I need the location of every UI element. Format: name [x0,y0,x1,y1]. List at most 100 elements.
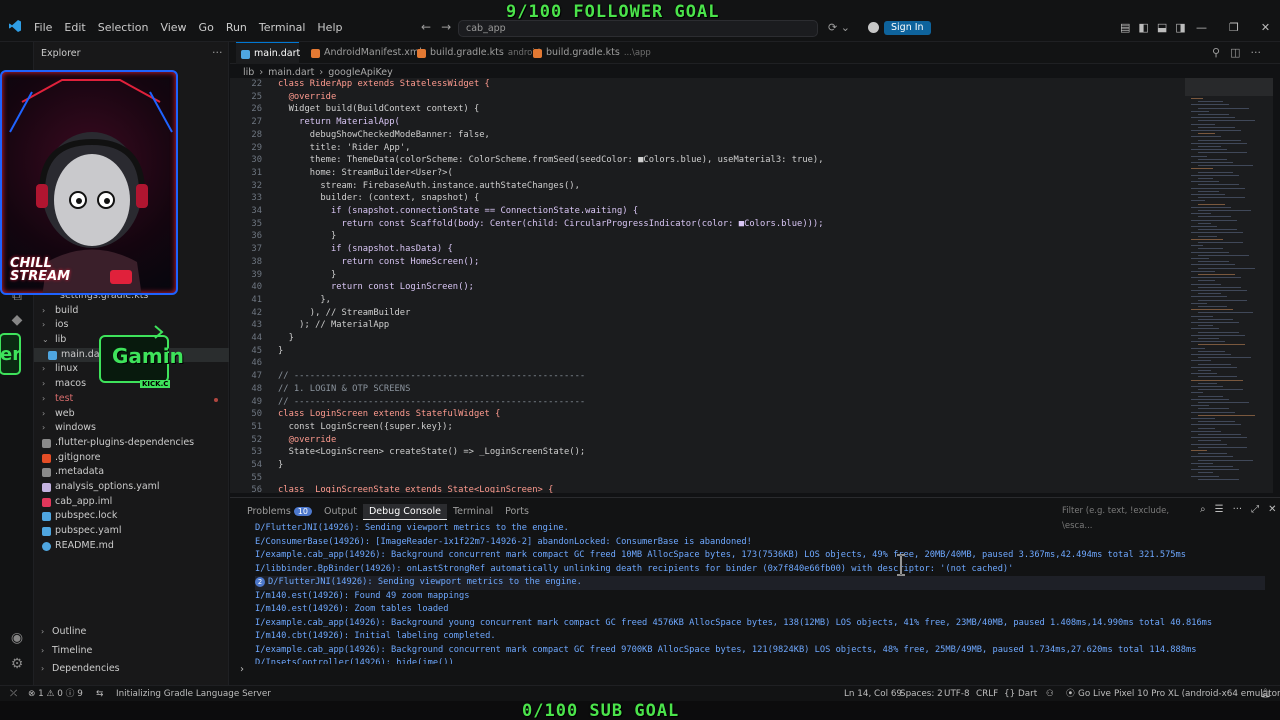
line-number: 42 [251,307,262,318]
copilot-status-icon[interactable]: ⚇ [1046,688,1054,700]
search-icon[interactable]: ⌕ [1200,504,1206,515]
clear-console-icon[interactable]: ☰ [1215,504,1224,515]
code-editor[interactable]: 22 class RiderApp extends StatelessWidget… [230,78,1185,493]
language-mode[interactable]: Dart [1018,688,1037,700]
minimap-line [1191,206,1231,208]
debug-console-output[interactable]: D/FlutterJNI(14926): Sending viewport me… [255,522,1265,664]
panel-actions: ⌕ ☰ ··· ⤢ ✕ [1200,504,1277,515]
maximize-icon[interactable]: ❐ [1229,21,1239,34]
breadcrumb-symbol[interactable]: googleApiKey [328,67,393,78]
editor-more-icon[interactable]: ··· [1250,46,1261,59]
encoding-status[interactable]: UTF-8 [944,688,970,700]
back-arrow-icon[interactable]: ← [421,20,431,34]
forward-arrow-icon[interactable]: → [441,20,451,34]
console-prompt-chevron-icon[interactable]: › [240,664,244,675]
tree-item-pubspec-lock[interactable]: pubspec.lock [34,509,229,524]
breadcrumb-lib[interactable]: lib [243,67,254,78]
tab-terminal[interactable]: Terminal [447,504,499,520]
toggle-panel-icon[interactable]: ⬓ [1157,21,1167,34]
eol-status[interactable]: CRLF [976,688,998,700]
tab-output[interactable]: Output [318,504,363,520]
tree-item-gitignore[interactable]: .gitignore [34,451,229,466]
account-icon[interactable] [868,22,879,33]
tree-item-windows[interactable]: › windows [34,421,229,436]
chevron-right-icon: › [259,66,264,78]
menu-view[interactable]: View [154,20,192,36]
command-center[interactable]: cab_app [458,20,818,37]
braces-icon[interactable]: {} [1004,688,1015,700]
panel-more-icon[interactable]: ··· [1233,504,1243,515]
tree-item-pubspec-yaml[interactable]: pubspec.yaml [34,524,229,539]
breadcrumb-file[interactable]: main.dart [268,67,314,78]
run-debug-icon[interactable]: ⚲ [1212,46,1220,59]
tree-item-readme[interactable]: README.md [34,539,229,554]
chevron-right-icon: › [319,66,324,78]
minimize-icon[interactable]: — [1196,21,1207,34]
minimap-line [1198,376,1237,378]
section-outline[interactable]: › Outline [34,623,229,642]
menu-terminal[interactable]: Terminal [253,20,312,36]
code-text: }, [278,294,331,305]
indentation-status[interactable]: Spaces: 2 [900,688,943,700]
section-timeline[interactable]: › Timeline [34,642,229,661]
section-dependencies[interactable]: › Dependencies [34,660,229,679]
tree-item-build[interactable]: › build [34,304,229,319]
tab-ports[interactable]: Ports [499,504,535,520]
settings-gear-icon[interactable]: ⚙ [7,656,27,676]
minimap-line [1198,459,1253,461]
ports-icon[interactable]: ⇆ [96,688,103,700]
navigation-arrows: ← → [421,20,451,34]
tab-main-dart[interactable]: main.dart [236,42,300,64]
menu-go[interactable]: Go [193,20,220,36]
minimap-line [1198,318,1233,320]
remote-indicator-icon[interactable]: ⤫ [10,688,17,700]
close-panel-icon[interactable]: ✕ [1268,504,1276,515]
console-line: I/example.cab_app(14926): Background con… [255,644,1265,658]
badge-left-text: er [0,344,22,365]
tree-item-analysis-options[interactable]: analysis_options.yaml [34,480,229,495]
menu-run[interactable]: Run [220,20,253,36]
close-icon[interactable]: ✕ [1261,21,1270,34]
minimap-line [1198,235,1217,237]
tab-build-gradle-android[interactable]: build.gradle.kts android [412,42,540,64]
console-filter-input[interactable]: Filter (e.g. text, !exclude, \esca... [1062,504,1200,531]
customize-layout-icon[interactable]: ▤ [1120,21,1130,34]
minimap-line [1191,117,1235,119]
tree-item-flutter-plugins[interactable]: .flutter-plugins-dependencies [34,436,229,451]
line-number: 25 [251,91,262,102]
toggle-sidebar-icon[interactable]: ◧ [1138,21,1148,34]
split-editor-icon[interactable]: ◫ [1230,46,1240,59]
device-selector[interactable]: Pixel 10 Pro XL (android-x64 emulator) [1114,688,1280,700]
minimap-slider[interactable] [1185,78,1273,96]
tab-build-gradle-app[interactable]: build.gradle.kts ...\app [528,42,651,64]
menu-selection[interactable]: Selection [92,20,155,36]
tab-debug-console[interactable]: Debug Console [362,504,447,520]
maximize-panel-icon[interactable]: ⤢ [1251,504,1259,515]
line-number: 45 [251,345,262,356]
menu-file[interactable]: File [28,20,58,36]
line-number: 49 [251,396,262,407]
menu-help[interactable]: Help [311,20,348,36]
toggle-secondary-sidebar-icon[interactable]: ◨ [1175,21,1185,34]
tree-item-cab-app-iml[interactable]: cab_app.iml [34,495,229,510]
minimap-line [1198,363,1231,365]
notifications-bell-icon[interactable]: 🔔︎ [1260,688,1271,700]
tab-android-manifest[interactable]: AndroidManifest.xml [306,42,422,64]
tree-item-metadata[interactable]: .metadata [34,465,229,480]
chevron-right-icon: › [41,645,45,655]
tree-item-web[interactable]: › web [34,407,229,422]
more-actions-icon[interactable]: ··· [212,46,223,59]
menu-edit[interactable]: Edit [58,20,91,36]
minimap[interactable] [1185,78,1273,493]
tab-problems[interactable]: Problems 10 [241,504,318,520]
copilot-icon[interactable]: ⟳ ⌄ [828,21,850,34]
minimap-line [1198,101,1223,103]
chevron-right-icon: › [42,423,46,433]
minimap-line [1191,110,1209,112]
cursor-position[interactable]: Ln 14, Col 69 [844,688,902,700]
go-live-button[interactable]: Go Live [1078,688,1111,700]
accounts-icon[interactable]: ◉ [7,630,27,650]
sign-in-button[interactable]: Sign In [884,21,931,35]
problems-status[interactable]: ⊗ 1 ⚠ 0 ⓘ 9 [28,688,83,700]
console-line: I/m140.est(14926): Zoom tables loaded [255,603,1265,617]
